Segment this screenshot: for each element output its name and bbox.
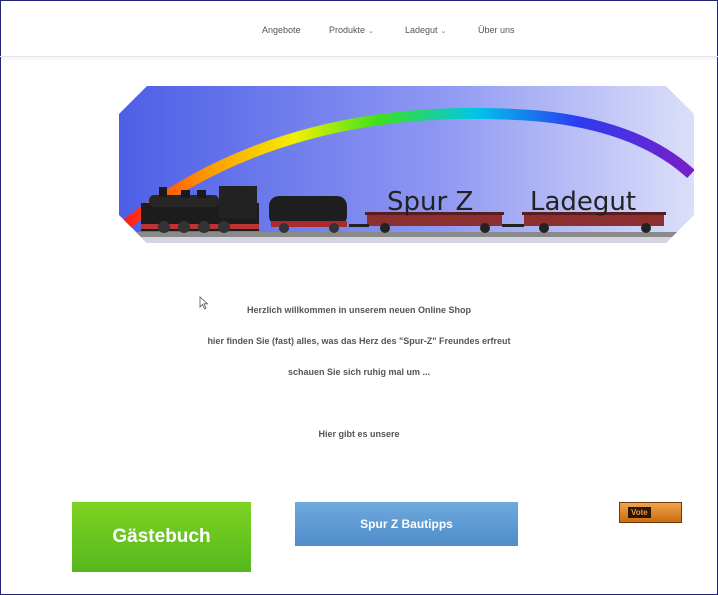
welcome-line-1: Herzlich willkommen in unserem neuen Onl… xyxy=(246,305,472,315)
bautipps-label: Spur Z Bautipps xyxy=(360,517,453,531)
banner-title-2: Ladegut xyxy=(530,187,636,217)
chevron-down-icon: ⌄ xyxy=(368,28,374,35)
bautipps-button[interactable]: Spur Z Bautipps xyxy=(295,502,518,546)
guestbook-button[interactable]: Gästebuch xyxy=(72,502,251,572)
vote-label: Vote xyxy=(628,507,651,518)
guestbook-label: Gästebuch xyxy=(112,526,211,547)
banner-logo: Spur Z Ladegut xyxy=(119,86,694,243)
banner-title-1: Spur Z xyxy=(387,187,473,217)
nav-item-ladegut[interactable]: Ladegut ⌄ xyxy=(405,25,446,35)
welcome-line-4: Hier gibt es unsere xyxy=(318,429,400,439)
nav-item-angebote[interactable]: Angebote xyxy=(262,25,301,35)
nav-label: Über uns xyxy=(478,25,515,35)
nav-item-ueber-uns[interactable]: Über uns xyxy=(478,25,515,35)
chevron-down-icon: ⌄ xyxy=(440,28,447,35)
nav-item-produkte[interactable]: Produkte ⌄ xyxy=(329,25,374,35)
welcome-line-3: schauen Sie sich ruhig mal um ... xyxy=(287,367,431,377)
vote-button[interactable]: Vote xyxy=(619,502,682,523)
top-navigation: Angebote Produkte ⌄ Ladegut ⌄ Über uns xyxy=(0,0,718,57)
nav-label: Ladegut xyxy=(405,25,438,35)
nav-label: Produkte xyxy=(329,25,366,35)
welcome-line-2: hier finden Sie (fast) alles, was das He… xyxy=(207,336,511,346)
nav-label: Angebote xyxy=(262,25,301,35)
